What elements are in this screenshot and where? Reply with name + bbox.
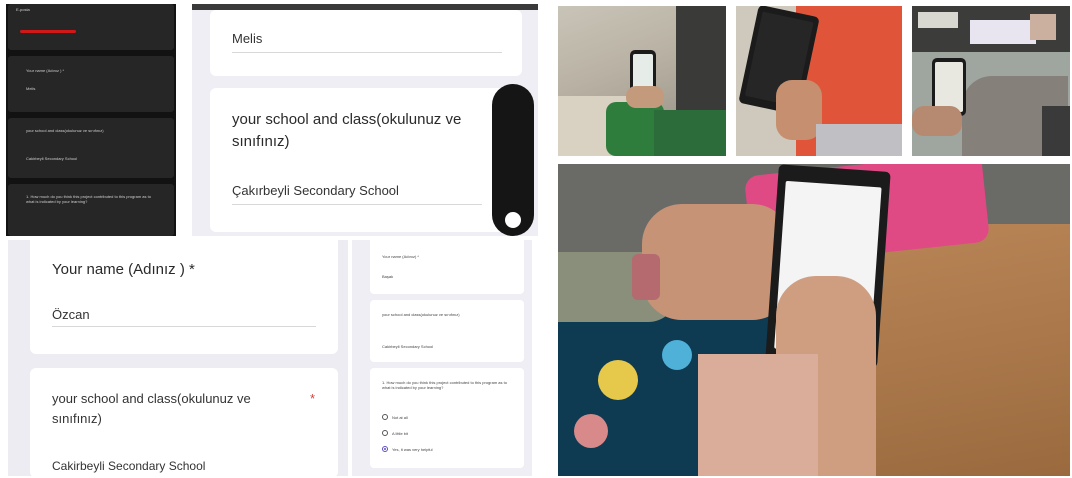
option-label-2: A little bit [392,431,409,436]
table-edge [816,124,902,156]
name-underline [52,326,316,327]
name-label: Your name (Adınız) * [382,254,419,259]
school-card: your school and class(okulunuz ve sınıfı… [210,88,522,232]
wooden-desk [858,224,1070,476]
dark-school-label: your school and class(okulunuz ve sınıfı… [26,128,104,133]
chair-leg [1042,106,1070,156]
flower-2 [662,340,692,370]
school-value: Cakirbeyli Secondary School [52,459,206,473]
green-shirt [654,110,726,156]
name-card: Your name (Adınız ) * Özcan [30,240,338,354]
photo-student-4 [558,164,1070,476]
name-card: Your name (Adınız) * Başak [370,240,524,294]
dark-form-screenshot: E-posta Your name (Adınız ) * Melis your… [6,4,176,236]
photo-student-2 [736,6,902,156]
option-label-1: Not at all [392,415,408,420]
watch-band [632,254,660,300]
dark-name-card: Your name (Adınız ) * Melis [8,56,174,112]
hand [912,106,962,136]
name-card: Melis [210,10,522,76]
paper-3 [918,12,958,28]
question-card: 1. How much do you think this project co… [370,368,524,468]
name-label: Your name (Adınız ) * [52,261,195,278]
dark-name-value: Melis [26,86,36,91]
name-underline [232,52,502,53]
dark-email-label: E-posta [16,7,30,12]
form-screenshot-b: Your name (Adınız ) * Özcan your school … [8,240,348,476]
school-label-line2: sınıfınız) [232,133,290,150]
flower-1 [598,360,638,400]
redaction-mark [20,30,76,33]
dark-name-label: Your name (Adınız ) * [26,68,65,73]
hands [626,86,664,108]
dark-question-card: 1. How much do you think this project co… [8,184,174,236]
school-value: Çakırbeyli Secondary School [232,183,399,198]
school-card: your school and class(okulunuz ve sınıfı… [370,300,524,362]
option-label-3: Yes, it was very helpful [392,447,433,452]
form-screenshot-c: Your name (Adınız) * Başak your school a… [352,240,532,476]
school-card: your school and class(okulunuz ve sınıfı… [30,368,338,476]
name-value: Özcan [52,307,90,322]
school-value: Cakirbeyli Secondary School [382,344,434,349]
option-radio-2[interactable] [382,430,388,436]
photo-student-1 [558,6,726,156]
school-label-line1: your school and class(okulunuz ve [232,111,462,128]
scrollbar-thumb[interactable] [505,212,521,228]
paper-1 [970,20,1036,44]
dark-question-label: 1. How much do you think this project co… [26,194,151,204]
dark-school-card: your school and class(okulunuz ve sınıfı… [8,118,174,178]
name-value: Başak [382,274,394,279]
phone-screen [935,62,963,112]
school-label: your school and class(okulunuz ve sınıfı… [382,312,460,317]
option-radio-3[interactable] [382,446,388,452]
dark-school-value: Cakirbeyli Secondary School [26,156,78,161]
school-label-line1: your school and class(okulunuz ve [52,391,251,406]
school-label-line2: sınıfınız) [52,411,102,426]
option-radio-1[interactable] [382,414,388,420]
question-text: 1. How much do you think this project co… [382,380,507,390]
name-value: Melis [232,31,263,46]
school-underline [232,204,482,205]
dark-email-card: E-posta [8,4,174,50]
scrollbar-track[interactable] [492,84,534,236]
notebook [698,354,818,476]
required-asterisk: * [310,391,316,406]
flower-3 [574,414,608,448]
form-screenshot-a: Melis your school and class(okulunuz ve … [192,4,538,236]
paper-2 [1030,14,1056,40]
photo-student-3 [912,6,1070,156]
